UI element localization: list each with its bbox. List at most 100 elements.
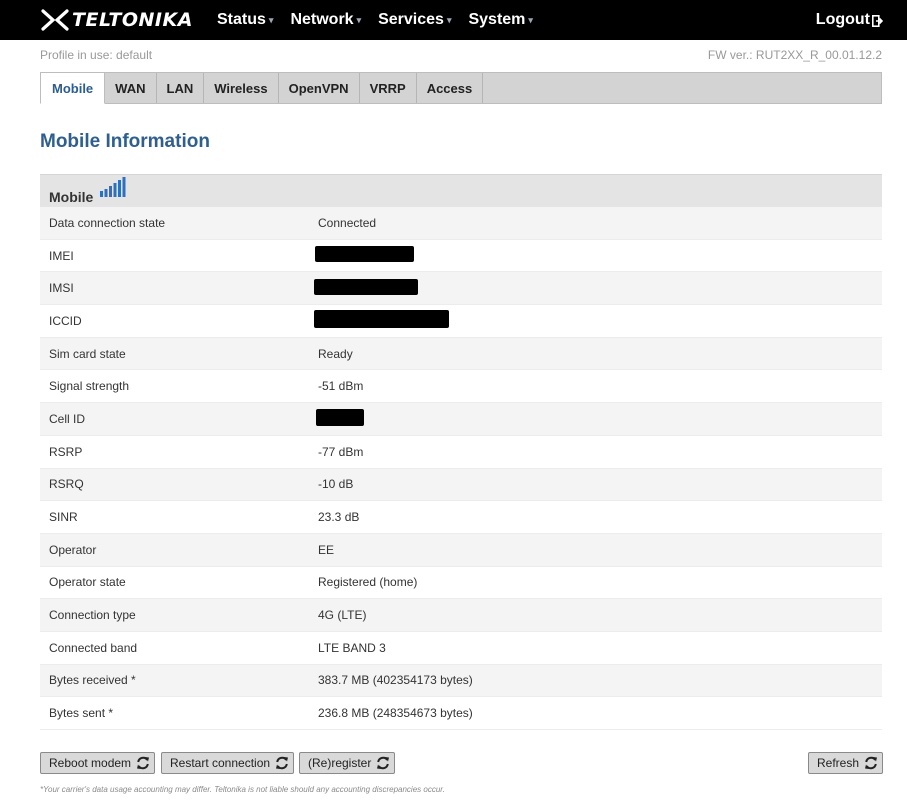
page-title: Mobile Information xyxy=(40,131,210,152)
row-label: Data connection state xyxy=(49,215,166,230)
row-value xyxy=(316,408,364,429)
section-header: Mobile xyxy=(40,174,882,207)
table-row: Bytes received * 383.7 MB (402354173 byt… xyxy=(40,664,882,698)
tab-openvpn[interactable]: OpenVPN xyxy=(279,73,360,103)
data-usage-footnote: *Your carrier's data usage accounting ma… xyxy=(40,785,445,794)
row-label: ICCID xyxy=(49,313,82,328)
tab-mobile[interactable]: Mobile xyxy=(40,72,106,104)
logout-link[interactable]: Logout xyxy=(815,0,884,40)
reboot-modem-button[interactable]: Reboot modem xyxy=(40,752,156,774)
row-label: Operator xyxy=(49,542,97,557)
redaction-mark xyxy=(314,278,418,295)
row-value: 236.8 MB (248354673 bytes) xyxy=(318,706,473,721)
table-row: ICCID xyxy=(40,305,882,338)
row-value xyxy=(314,310,449,331)
caret-down-icon: ▾ xyxy=(356,14,362,25)
teltonika-logo[interactable]: TELTONIKA xyxy=(40,6,193,34)
table-row: Sim card state Ready xyxy=(40,337,882,371)
row-value: Registered (home) xyxy=(318,575,418,590)
row-value: 4G (LTE) xyxy=(318,608,367,623)
logo-mark-icon xyxy=(40,7,70,33)
row-value: Ready xyxy=(318,346,353,361)
tab-wan[interactable]: WAN xyxy=(105,73,157,103)
info-rows: Data connection state Connected IMEI IMS… xyxy=(40,207,882,730)
row-label: Connected band xyxy=(49,640,138,655)
refresh-button[interactable]: Refresh xyxy=(808,752,884,774)
status-tabs: Mobile WAN LAN Wireless OpenVPN VRRP Acc… xyxy=(40,72,882,104)
row-value: -51 dBm xyxy=(318,379,364,394)
table-row: RSRP -77 dBm xyxy=(40,436,882,469)
row-label: Operator state xyxy=(49,575,126,590)
refresh-label: Refresh xyxy=(817,756,860,770)
profile-in-use: Profile in use: default xyxy=(40,48,153,62)
reregister-label: (Re)register xyxy=(308,756,372,770)
restart-connection-button[interactable]: Restart connection xyxy=(161,752,295,774)
row-label: RSRP xyxy=(49,444,83,459)
section-title: Mobile xyxy=(49,189,94,205)
table-row: IMEI xyxy=(40,240,882,273)
nav-system-label: System xyxy=(468,11,526,28)
logout-icon xyxy=(872,14,884,27)
row-label: Sim card state xyxy=(49,346,126,361)
logo-text: TELTONIKA xyxy=(72,9,193,31)
nav-network-label: Network xyxy=(290,11,354,28)
nav-status-label: Status xyxy=(217,11,266,28)
nav-system[interactable]: System ▾ xyxy=(468,11,532,29)
nav-services-label: Services xyxy=(378,11,444,28)
table-row: Bytes sent * 236.8 MB (248354673 bytes) xyxy=(40,697,882,730)
row-label: Signal strength xyxy=(49,379,130,394)
row-value xyxy=(314,278,418,298)
table-row: Signal strength -51 dBm xyxy=(40,370,882,404)
row-value: Connected xyxy=(318,215,377,230)
caret-down-icon: ▾ xyxy=(446,14,452,25)
refresh-icon xyxy=(275,756,289,770)
row-value: -77 dBm xyxy=(318,444,364,459)
tab-vrrp[interactable]: VRRP xyxy=(360,73,417,103)
redaction-mark xyxy=(314,310,449,329)
reregister-button[interactable]: (Re)register xyxy=(299,752,396,774)
table-row: Connection type 4G (LTE) xyxy=(40,599,882,632)
nav-status[interactable]: Status ▾ xyxy=(217,11,273,29)
table-row: Cell ID xyxy=(40,403,882,436)
row-value: EE xyxy=(318,542,335,557)
mobile-info-table: Mobile Data connection state Connected I… xyxy=(40,174,882,730)
row-value: 383.7 MB (402354173 bytes) xyxy=(318,673,473,688)
signal-bars-icon xyxy=(100,177,128,202)
nav-network[interactable]: Network ▾ xyxy=(290,11,361,29)
restart-connection-label: Restart connection xyxy=(170,756,271,770)
redaction-mark xyxy=(316,408,364,426)
caret-down-icon: ▾ xyxy=(268,14,274,25)
row-value xyxy=(315,246,414,265)
row-label: SINR xyxy=(49,510,78,525)
refresh-icon xyxy=(376,756,390,770)
table-row: Connected band LTE BAND 3 xyxy=(40,632,882,665)
tab-lan[interactable]: LAN xyxy=(157,73,205,103)
row-value: LTE BAND 3 xyxy=(318,640,386,655)
row-value: 23.3 dB xyxy=(318,510,360,525)
row-label: Bytes sent * xyxy=(49,706,114,721)
main-nav: Status ▾ Network ▾ Services ▾ System ▾ xyxy=(217,0,550,40)
row-label: Cell ID xyxy=(49,411,86,426)
table-row: Operator EE xyxy=(40,533,882,567)
nav-services[interactable]: Services ▾ xyxy=(378,11,451,29)
tab-wireless[interactable]: Wireless xyxy=(204,73,279,103)
reboot-modem-label: Reboot modem xyxy=(49,756,132,770)
table-row: RSRQ -10 dB xyxy=(40,468,882,502)
row-label: Connection type xyxy=(49,608,136,623)
tab-access[interactable]: Access xyxy=(417,73,484,103)
firmware-version: FW ver.: RUT2XX_R_00.01.12.2 xyxy=(707,48,882,62)
row-label: IMSI xyxy=(49,281,74,296)
refresh-icon xyxy=(864,756,878,770)
table-row: SINR 23.3 dB xyxy=(40,501,882,534)
redaction-mark xyxy=(315,246,414,263)
row-label: Bytes received * xyxy=(49,673,136,688)
table-row: Operator state Registered (home) xyxy=(40,567,882,600)
row-label: RSRQ xyxy=(49,477,84,492)
row-value: -10 dB xyxy=(318,477,354,492)
row-label: IMEI xyxy=(49,248,74,263)
top-navigation-bar: TELTONIKA Status ▾ Network ▾ Services ▾ … xyxy=(0,0,907,40)
table-row: IMSI xyxy=(40,272,882,306)
logout-label: Logout xyxy=(815,11,870,28)
table-row: Data connection state Connected xyxy=(40,207,882,240)
refresh-icon xyxy=(136,756,150,770)
